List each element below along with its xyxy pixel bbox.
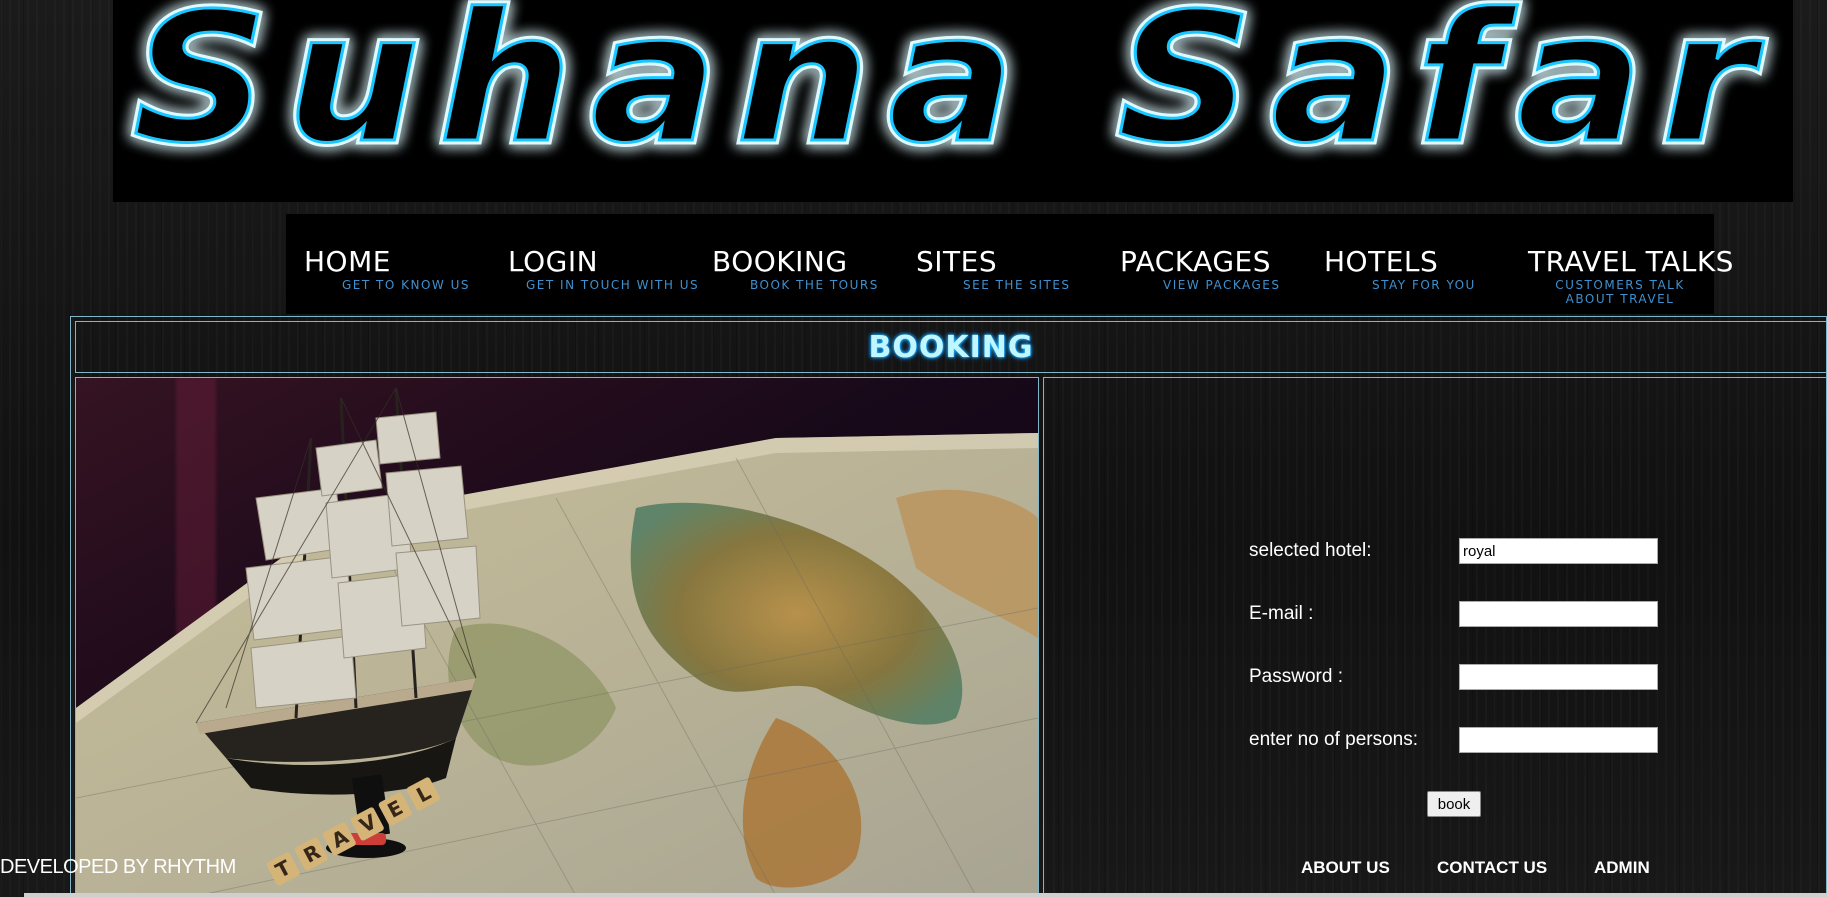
- persons-input[interactable]: [1459, 727, 1658, 753]
- nav-subtitle: GET IN TOUCH WITH US: [526, 278, 700, 292]
- email-label: E-mail :: [1249, 603, 1314, 624]
- nav-title: TRAVEL TALKS: [1528, 245, 1734, 278]
- hotel-label: selected hotel:: [1249, 540, 1372, 561]
- form-row-password: Password :: [1249, 664, 1669, 694]
- password-input[interactable]: [1459, 664, 1658, 690]
- footer-link-admin[interactable]: ADMIN: [1594, 858, 1650, 878]
- form-row-persons: enter no of persons:: [1249, 727, 1669, 757]
- footer-link-contact[interactable]: CONTACT US: [1437, 858, 1547, 878]
- nav-subtitle: VIEW PACKAGES: [1163, 278, 1281, 292]
- booking-photo: T R A V E L: [75, 377, 1039, 897]
- booking-form-panel: [1043, 377, 1827, 897]
- page-title-bar: BOOKING: [75, 321, 1827, 373]
- nav-title: HOME: [304, 245, 391, 278]
- nav-subtitle: CUSTOMERS TALK ABOUT TRAVEL: [1555, 278, 1685, 306]
- form-row-hotel: selected hotel:: [1249, 538, 1669, 568]
- site-logo-banner: Suhana Safar Suhana Safar: [113, 0, 1793, 202]
- page-title: BOOKING: [868, 330, 1034, 365]
- nav-subtitle: SEE THE SITES: [963, 278, 1071, 292]
- nav-item-travel-talks[interactable]: TRAVEL TALKS CUSTOMERS TALK ABOUT TRAVEL: [1528, 245, 1734, 312]
- nav-item-sites[interactable]: SITES SEE THE SITES: [916, 246, 1116, 312]
- nav-item-packages[interactable]: PACKAGES VIEW PACKAGES: [1120, 246, 1320, 312]
- nav-title: BOOKING: [712, 245, 848, 278]
- hotel-input[interactable]: [1459, 538, 1658, 564]
- nav-subtitle: BOOK THE TOURS: [750, 278, 879, 292]
- password-label: Password :: [1249, 666, 1343, 687]
- nav-subtitle: STAY FOR YOU: [1372, 278, 1476, 292]
- nav-title: PACKAGES: [1120, 245, 1271, 278]
- email-input[interactable]: [1459, 601, 1658, 627]
- nav-title: HOTELS: [1324, 245, 1439, 278]
- nav-item-login[interactable]: LOGIN GET IN TOUCH WITH US: [508, 246, 708, 312]
- main-nav: HOME GET TO KNOW US LOGIN GET IN TOUCH W…: [286, 214, 1734, 314]
- horizontal-scrollbar[interactable]: [24, 893, 1827, 897]
- persons-label: enter no of persons:: [1249, 729, 1418, 750]
- nav-title: LOGIN: [508, 245, 599, 278]
- nav-title: SITES: [916, 245, 998, 278]
- footer-link-about[interactable]: ABOUT US: [1301, 858, 1390, 878]
- logo-text-outline: Suhana Safar: [133, 0, 1773, 182]
- developer-credit: DEVELOPED BY RHYTHM: [0, 856, 236, 878]
- book-button[interactable]: book: [1427, 791, 1481, 817]
- nav-subtitle: GET TO KNOW US: [342, 278, 470, 292]
- nav-item-booking[interactable]: BOOKING BOOK THE TOURS: [712, 246, 912, 312]
- form-row-email: E-mail :: [1249, 601, 1669, 631]
- nav-item-home[interactable]: HOME GET TO KNOW US: [304, 246, 504, 312]
- nav-item-hotels[interactable]: HOTELS STAY FOR YOU: [1324, 246, 1524, 312]
